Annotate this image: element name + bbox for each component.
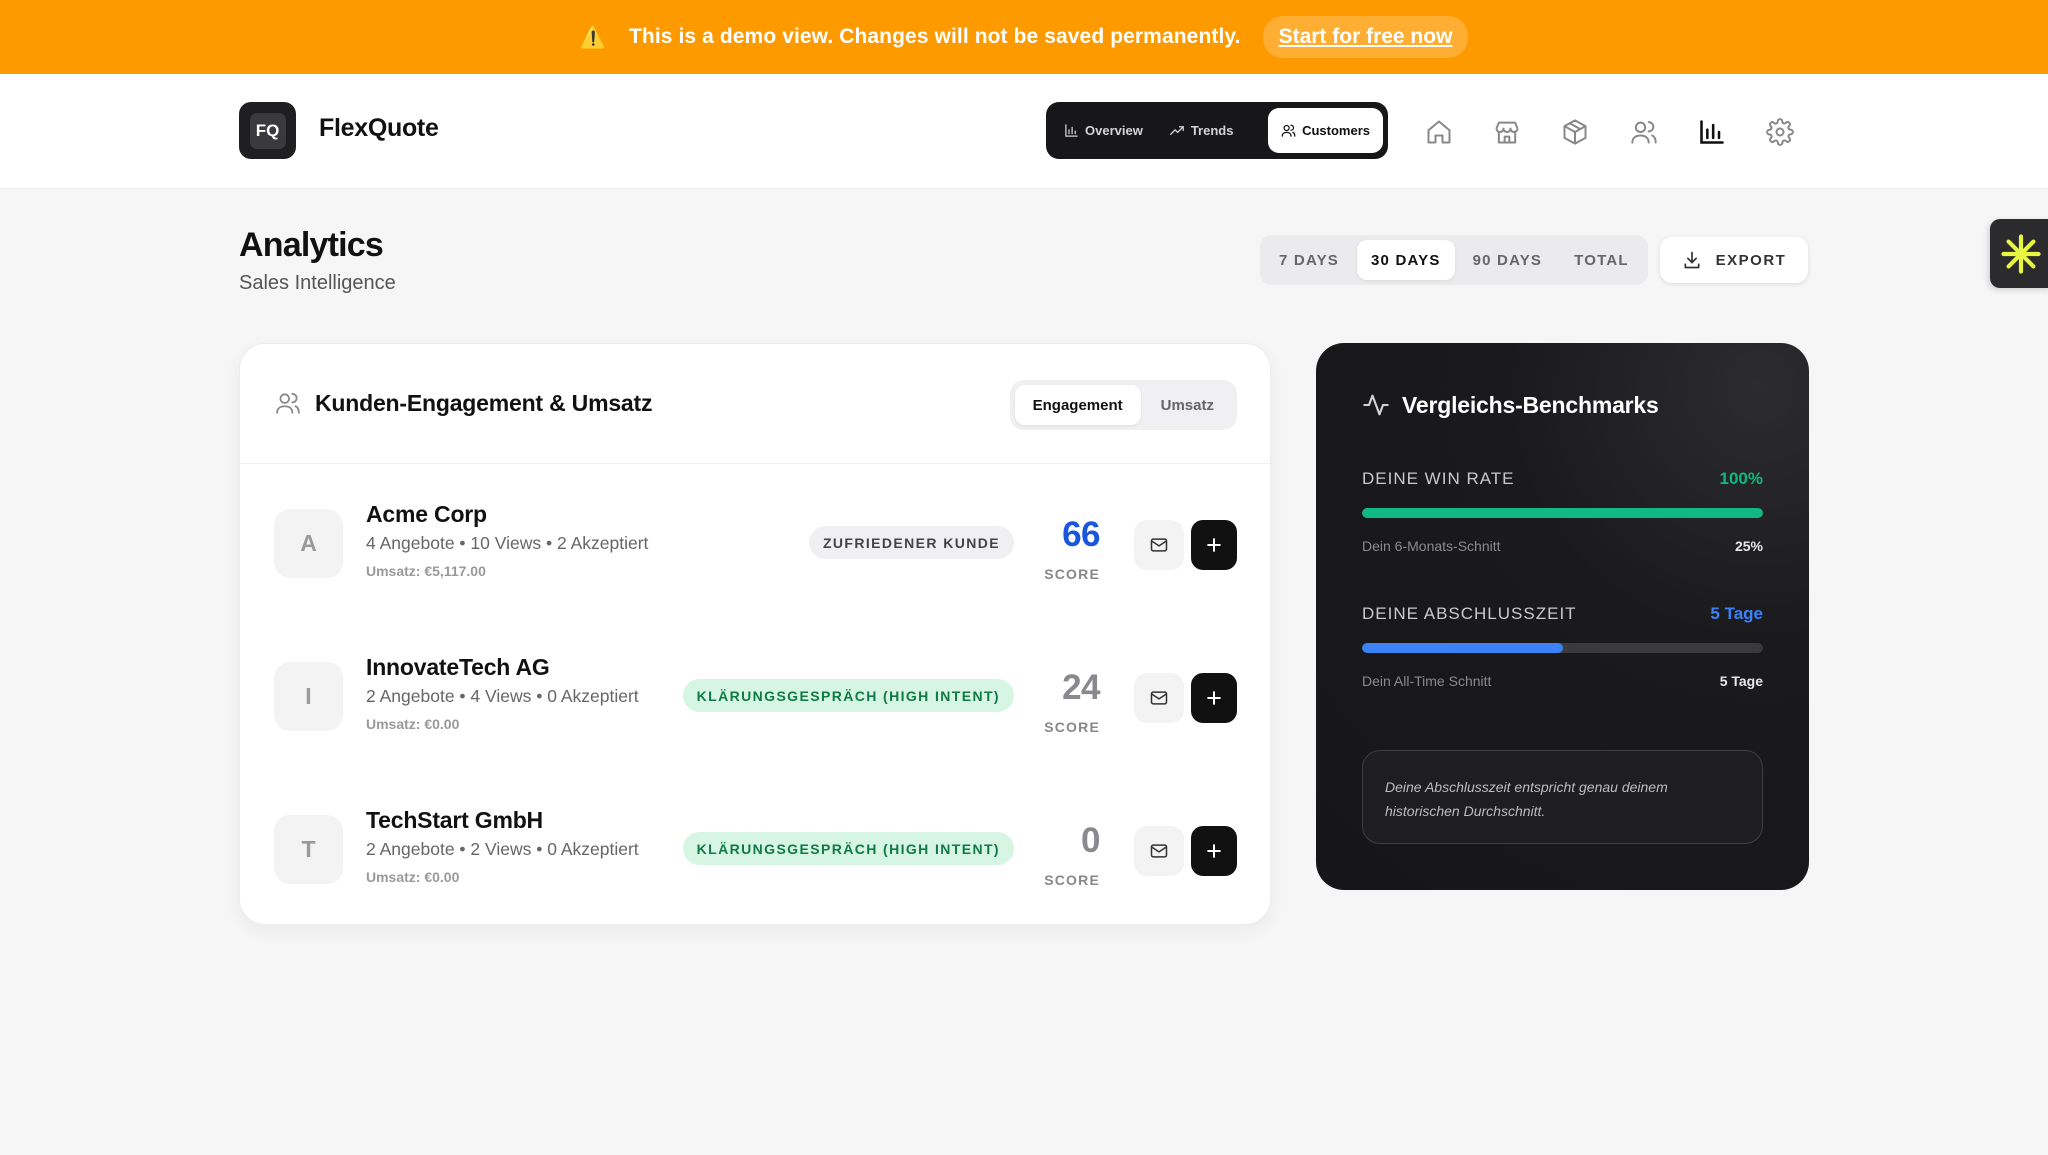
start-free-link[interactable]: Start for free now <box>1262 16 1469 58</box>
assistant-widget[interactable] <box>1990 219 2048 288</box>
score-label: SCORE <box>1044 719 1100 735</box>
status-badge: KLÄRUNGSGESPRÄCH (HIGH INTENT) <box>682 679 1014 712</box>
range-90-days[interactable]: 90 DAYS <box>1459 240 1557 280</box>
mail-icon <box>1148 535 1170 555</box>
close-time-bar <box>1362 643 1763 653</box>
tab-overview[interactable]: Overview <box>1051 108 1156 153</box>
customer-meta: 2 Angebote • 4 Views • 0 Akzeptiert <box>366 686 639 706</box>
close-time-label: DEINE ABSCHLUSSZEIT <box>1362 604 1577 623</box>
close-time-avg-label: Dein All-Time Schnitt <box>1362 673 1492 689</box>
win-rate-label: DEINE WIN RATE <box>1362 469 1515 488</box>
activity-icon <box>1362 391 1390 419</box>
add-button[interactable] <box>1191 673 1237 723</box>
plus-icon <box>1204 841 1224 861</box>
engagement-metric-toggle: Engagement Umsatz <box>1009 380 1237 430</box>
win-rate-bar-fill <box>1362 508 1763 518</box>
toggle-umsatz[interactable]: Umsatz <box>1143 385 1232 425</box>
toggle-engagement[interactable]: Engagement <box>1014 385 1141 425</box>
customer-name: InnovateTech AG <box>366 654 550 680</box>
customer-meta: 2 Angebote • 2 Views • 0 Akzeptiert <box>366 839 639 859</box>
close-time-bar-fill <box>1362 643 1563 653</box>
score-label: SCORE <box>1044 566 1100 582</box>
win-rate-avg-label: Dein 6-Monats-Schnitt <box>1362 538 1501 554</box>
app-logo[interactable]: FQ <box>239 102 296 159</box>
analytics-icon[interactable] <box>1696 116 1728 148</box>
warning-icon: ⚠️ <box>579 24 607 49</box>
email-button[interactable] <box>1134 826 1184 876</box>
store-icon[interactable] <box>1491 116 1523 148</box>
customer-revenue: Umsatz: €0.00 <box>366 869 460 885</box>
page-subtitle: Sales Intelligence <box>239 272 396 294</box>
win-rate-value: 100% <box>1719 469 1763 488</box>
brand-name: FlexQuote <box>319 114 439 142</box>
settings-icon[interactable] <box>1764 116 1796 148</box>
home-icon[interactable] <box>1423 116 1455 148</box>
customer-row[interactable]: T TechStart GmbH 2 Angebote • 2 Views • … <box>240 771 1270 924</box>
close-time-avg-value: 5 Tage <box>1719 673 1763 689</box>
download-icon <box>1682 250 1702 270</box>
users-icon[interactable] <box>1628 116 1660 148</box>
page-title: Analytics <box>239 226 384 264</box>
users-icon <box>1281 123 1296 138</box>
status-badge: ZUFRIEDENER KUNDE <box>808 526 1014 559</box>
tab-customers-label: Customers <box>1302 123 1370 138</box>
engagement-card-title: Kunden-Engagement & Umsatz <box>315 390 653 416</box>
export-button[interactable]: EXPORT <box>1660 237 1808 283</box>
logo-mark: FQ <box>249 112 286 149</box>
add-button[interactable] <box>1191 520 1237 570</box>
score-label: SCORE <box>1044 872 1100 888</box>
trending-up-icon <box>1169 123 1185 138</box>
mail-icon <box>1148 688 1170 708</box>
benchmarks-card: Vergleichs-Benchmarks DEINE WIN RATE 100… <box>1316 343 1809 890</box>
customer-name: TechStart GmbH <box>366 807 543 833</box>
win-rate-bar <box>1362 508 1763 518</box>
plus-icon <box>1204 688 1224 708</box>
export-label: EXPORT <box>1715 251 1787 269</box>
users-icon <box>274 390 302 416</box>
customer-row[interactable]: I InnovateTech AG 2 Angebote • 4 Views •… <box>240 618 1270 771</box>
range-30-days[interactable]: 30 DAYS <box>1357 240 1455 280</box>
tab-overview-label: Overview <box>1085 123 1143 138</box>
score-value: 66 <box>1062 515 1100 554</box>
avatar: T <box>274 815 343 884</box>
win-rate-avg-value: 25% <box>1734 538 1763 554</box>
email-button[interactable] <box>1134 520 1184 570</box>
add-button[interactable] <box>1191 826 1237 876</box>
range-7-days[interactable]: 7 DAYS <box>1265 240 1353 280</box>
banner-text: This is a demo view. Changes will not be… <box>628 25 1241 48</box>
mail-icon <box>1148 841 1170 861</box>
customer-meta: 4 Angebote • 10 Views • 2 Akzeptiert <box>366 533 649 553</box>
benchmarks-title: Vergleichs-Benchmarks <box>1402 392 1659 418</box>
bar-chart-icon <box>1064 123 1079 138</box>
tab-customers[interactable]: Customers <box>1268 108 1383 153</box>
customer-revenue: Umsatz: €5,117.00 <box>366 563 486 579</box>
email-button[interactable] <box>1134 673 1184 723</box>
analytics-view-switcher: Overview Trends Customers <box>1046 102 1388 159</box>
sparkle-icon <box>2000 233 2042 275</box>
app-header: FQ FlexQuote Overview Trends Customers <box>0 74 2048 189</box>
avatar: A <box>274 509 343 578</box>
engagement-card-header: Kunden-Engagement & Umsatz Engagement Um… <box>240 344 1270 464</box>
benchmark-note: Deine Abschlusszeit entspricht genau dei… <box>1362 750 1763 844</box>
package-icon[interactable] <box>1559 116 1591 148</box>
time-range-selector: 7 DAYS 30 DAYS 90 DAYS TOTAL <box>1260 235 1648 285</box>
demo-banner: ⚠️ This is a demo view. Changes will not… <box>0 0 2048 74</box>
avatar: I <box>274 662 343 731</box>
customer-revenue: Umsatz: €0.00 <box>366 716 460 732</box>
engagement-card: Kunden-Engagement & Umsatz Engagement Um… <box>239 343 1271 925</box>
tab-trends[interactable]: Trends <box>1156 108 1247 153</box>
status-badge: KLÄRUNGSGESPRÄCH (HIGH INTENT) <box>682 832 1014 865</box>
score-value: 0 <box>1081 821 1100 860</box>
tab-trends-label: Trends <box>1190 123 1234 138</box>
customer-name: Acme Corp <box>366 501 487 527</box>
close-time-value: 5 Tage <box>1710 604 1763 623</box>
score-value: 24 <box>1062 668 1100 707</box>
range-total[interactable]: TOTAL <box>1560 240 1643 280</box>
customer-row[interactable]: A Acme Corp 4 Angebote • 10 Views • 2 Ak… <box>240 465 1270 618</box>
plus-icon <box>1204 535 1224 555</box>
